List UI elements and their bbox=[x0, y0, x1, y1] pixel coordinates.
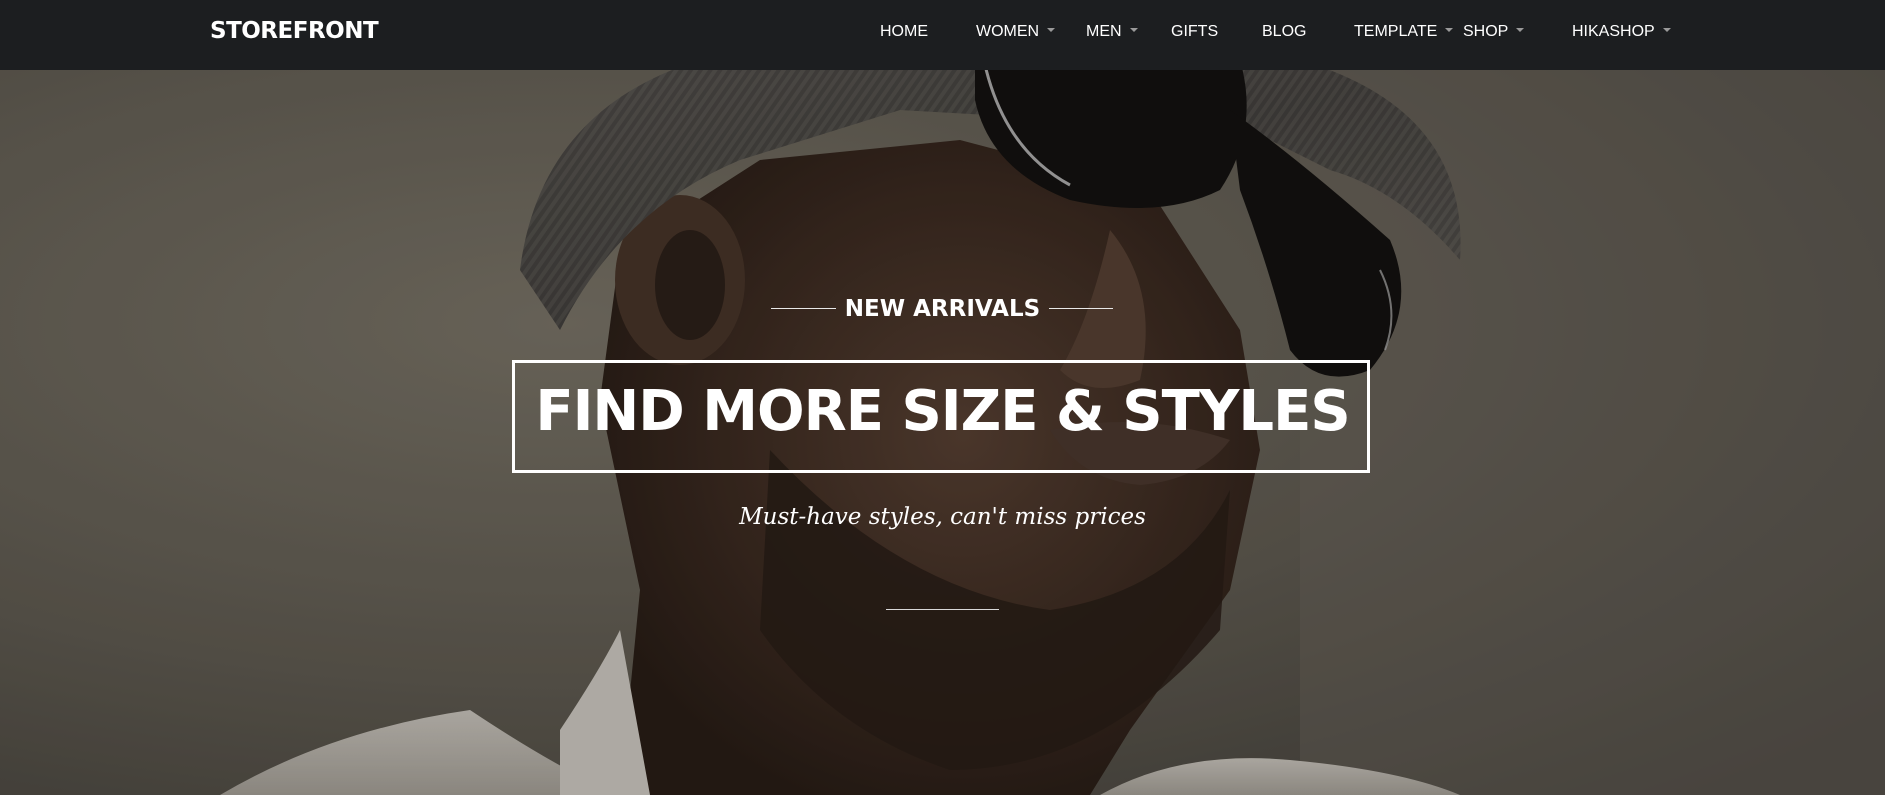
chevron-down-icon bbox=[1662, 27, 1671, 32]
nav-item-label: TEMPLATE bbox=[1354, 23, 1438, 40]
nav-item-label: BLOG bbox=[1262, 23, 1307, 40]
nav-item-label: HIKASHOP bbox=[1572, 23, 1655, 40]
nav-item-hikashop[interactable]: HIKASHOP bbox=[1572, 0, 1671, 70]
nav-item-blog[interactable]: BLOG bbox=[1262, 0, 1306, 70]
nav-item-label: GIFTS bbox=[1171, 23, 1219, 40]
hero-bottom-rule bbox=[886, 609, 999, 610]
page: STOREFRONT HOME WOMEN MEN GIFTS BLOG TEM… bbox=[0, 0, 1885, 795]
chevron-down-icon bbox=[1047, 27, 1056, 32]
chevron-down-icon bbox=[1516, 27, 1525, 32]
nav-item-shop[interactable]: SHOP bbox=[1463, 0, 1525, 70]
nav-item-template[interactable]: TEMPLATE bbox=[1354, 0, 1454, 70]
nav-item-home[interactable]: HOME bbox=[880, 0, 928, 70]
nav-item-gifts[interactable]: GIFTS bbox=[1171, 0, 1218, 70]
hero-subline: Must-have styles, can't miss prices bbox=[739, 504, 1146, 530]
nav-item-label: MEN bbox=[1086, 23, 1122, 40]
hero-headline: FIND MORE SIZE & STYLES bbox=[535, 379, 1350, 444]
nav-item-label: WOMEN bbox=[976, 23, 1040, 40]
nav-item-label: HOME bbox=[880, 23, 928, 40]
site-logo[interactable]: STOREFRONT bbox=[210, 18, 379, 44]
chevron-down-icon bbox=[1129, 27, 1138, 32]
hero-eyebrow: NEW ARRIVALS bbox=[844, 296, 1041, 322]
chevron-down-icon bbox=[1445, 27, 1454, 32]
nav-item-women[interactable]: WOMEN bbox=[976, 0, 1056, 70]
nav-item-men[interactable]: MEN bbox=[1086, 0, 1138, 70]
top-navbar: STOREFRONT HOME WOMEN MEN GIFTS BLOG TEM… bbox=[0, 0, 1885, 70]
nav-item-label: SHOP bbox=[1463, 23, 1509, 40]
